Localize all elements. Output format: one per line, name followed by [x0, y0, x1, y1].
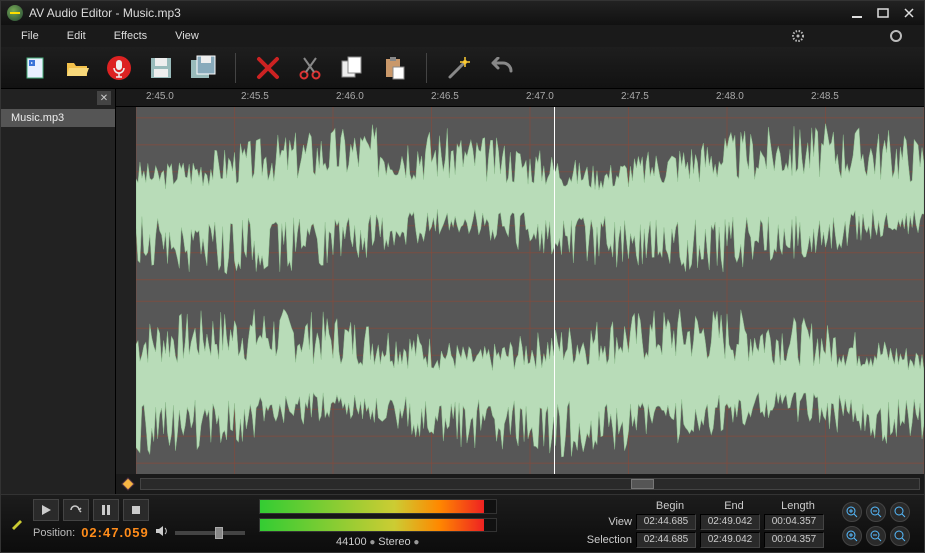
range-selection-label: Selection [576, 534, 632, 546]
horizontal-scrollbar[interactable] [116, 474, 924, 494]
stop-button[interactable] [123, 499, 149, 521]
playhead-cursor[interactable] [554, 107, 555, 474]
zoom-out-v-button[interactable] [866, 526, 886, 546]
undo-button[interactable] [485, 52, 517, 84]
save-button[interactable] [145, 52, 177, 84]
volume-knob[interactable] [215, 527, 223, 539]
delete-button[interactable] [252, 52, 284, 84]
range-view-begin[interactable]: 02:44.685 [636, 514, 696, 530]
range-selection-end[interactable]: 02:49.042 [700, 532, 760, 548]
position-label: Position: [33, 527, 75, 539]
range-selection-begin[interactable]: 02:44.685 [636, 532, 696, 548]
range-selection-length[interactable]: 00:04.357 [764, 532, 824, 548]
speaker-icon[interactable] [155, 525, 169, 540]
scroll-marker-icon[interactable] [120, 476, 136, 492]
menu-file[interactable]: File [21, 30, 39, 42]
meter-left [259, 499, 497, 514]
selection-ranges: Begin End Length View 02:44.685 02:49.04… [576, 499, 828, 548]
position-value: 02:47.059 [81, 525, 149, 540]
record-button[interactable] [103, 52, 135, 84]
range-view-end[interactable]: 02:49.042 [700, 514, 760, 530]
paste-button[interactable] [378, 52, 410, 84]
play-button[interactable] [33, 499, 59, 521]
new-file-button[interactable] [19, 52, 51, 84]
settings-icon[interactable] [790, 28, 806, 44]
title-bar: AV Audio Editor - Music.mp3 [1, 1, 924, 25]
zoom-in-h-button[interactable] [842, 502, 862, 522]
zoom-fit-button[interactable] [890, 502, 910, 522]
range-header-begin: Begin [640, 500, 700, 512]
effects-wand-button[interactable] [443, 52, 475, 84]
scroll-track[interactable] [140, 478, 920, 490]
range-view-label: View [576, 516, 632, 528]
file-list-item[interactable]: Music.mp3 [1, 109, 115, 127]
zoom-out-h-button[interactable] [866, 502, 886, 522]
range-header-length: Length [768, 500, 828, 512]
range-header-end: End [704, 500, 764, 512]
status-bar: Position: 02:47.059 44100 ● Stereo ● Beg… [1, 494, 924, 552]
maximize-button[interactable] [874, 6, 892, 20]
level-meters: 44100 ● Stereo ● [253, 499, 503, 548]
toolbar [1, 47, 924, 89]
file-list: Music.mp3 [1, 107, 115, 494]
app-logo-icon [7, 5, 23, 21]
window-title: AV Audio Editor - Music.mp3 [29, 6, 848, 20]
scroll-thumb[interactable] [631, 479, 654, 489]
waveform-area[interactable]: 7550250-25-50-757550250-25-50-75 [116, 107, 924, 474]
volume-slider[interactable] [175, 531, 245, 535]
audio-format-info: 44100 ● Stereo ● [259, 536, 497, 548]
edit-pencil-icon[interactable] [9, 499, 25, 547]
open-file-button[interactable] [61, 52, 93, 84]
zoom-in-v-button[interactable] [842, 526, 862, 546]
meter-right [259, 518, 497, 533]
range-view-length[interactable]: 00:04.357 [764, 514, 824, 530]
time-ruler[interactable]: 2:45.02:45.52:46.02:46.52:47.02:47.52:48… [116, 89, 924, 107]
save-as-button[interactable] [187, 52, 219, 84]
minimize-button[interactable] [848, 6, 866, 20]
menu-bar: File Edit Effects View [1, 25, 924, 47]
copy-button[interactable] [336, 52, 368, 84]
loop-button[interactable] [63, 499, 89, 521]
refresh-icon[interactable] [888, 28, 904, 44]
file-sidebar: ✕ Music.mp3 [1, 89, 116, 494]
zoom-selection-button[interactable] [890, 526, 910, 546]
menu-view[interactable]: View [175, 30, 199, 42]
sidebar-close-icon[interactable]: ✕ [97, 91, 111, 105]
menu-edit[interactable]: Edit [67, 30, 86, 42]
zoom-controls [836, 499, 916, 548]
close-button[interactable] [900, 6, 918, 20]
menu-effects[interactable]: Effects [114, 30, 147, 42]
cut-button[interactable] [294, 52, 326, 84]
pause-button[interactable] [93, 499, 119, 521]
